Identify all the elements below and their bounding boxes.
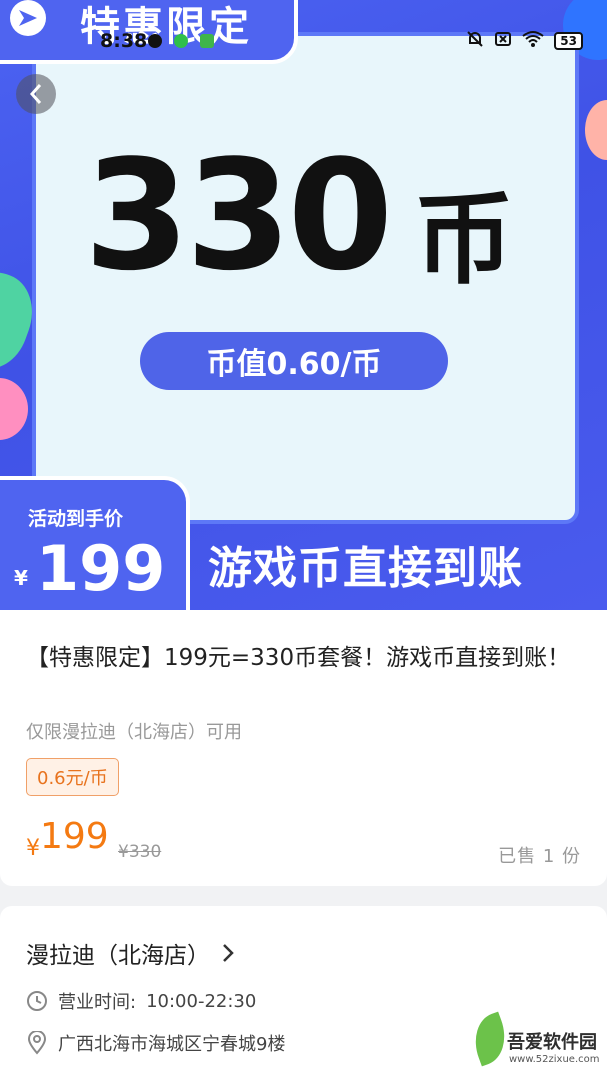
wechat-icon <box>174 34 188 48</box>
rate-badge: 0.6元/币 <box>26 758 119 796</box>
coin-value-pill: 币值0.60/币 <box>140 332 448 390</box>
price-tag: 活动到手价 ¥ 199 <box>0 476 190 610</box>
location-pin-icon <box>26 1031 48 1055</box>
promo-banner: 特惠限定 8:38 53 330 币 币值0.60/币 活动到手价 ¥ 199 … <box>0 0 607 610</box>
wifi-icon <box>522 30 544 52</box>
decoration-shape <box>0 378 28 440</box>
product-card: 【特惠限定】199元=330币套餐！游戏币直接到账！ 仅限漫拉迪（北海店）可用 … <box>0 610 607 886</box>
banner-slogan: 游戏币直接到账 <box>208 543 523 594</box>
product-title: 【特惠限定】199元=330币套餐！游戏币直接到账！ <box>26 645 571 671</box>
price-currency: ¥ <box>26 836 40 861</box>
sold-count: 已售 1 份 <box>498 846 581 867</box>
back-button[interactable] <box>16 74 56 114</box>
app-notification-icon <box>200 34 214 48</box>
clock-icon <box>26 990 48 1012</box>
address-text: 广西北海市海城区宁春城9楼 <box>58 1034 286 1055</box>
price-tag-value: 199 <box>36 532 166 605</box>
original-price: ¥330 <box>118 842 162 862</box>
availability-note: 仅限漫拉迪（北海店）可用 <box>26 722 242 743</box>
hours-value: 10:00-22:30 <box>146 990 257 1012</box>
hours-label: 营业时间: <box>58 992 137 1013</box>
current-price: 199 <box>40 816 109 857</box>
mute-icon <box>466 30 484 52</box>
watermark-logo: 吾爱软件园 www.52zixue.com <box>466 1006 600 1076</box>
play-arrow-icon <box>10 0 46 36</box>
watermark-url: www.52zixue.com <box>509 1054 600 1065</box>
chevron-left-icon <box>29 84 42 104</box>
battery-icon: 53 <box>554 32 583 50</box>
coin-unit: 币 <box>414 181 514 298</box>
watermark-text: 吾爱软件园 <box>507 1032 597 1053</box>
status-icons: 53 <box>466 30 583 52</box>
store-name-link[interactable]: 漫拉迪（北海店） <box>26 936 234 970</box>
chevron-right-icon <box>223 944 234 962</box>
price-tag-currency: ¥ <box>14 566 28 590</box>
coin-amount: 330 <box>84 127 393 304</box>
store-hours: 营业时间: 10:00-22:30 <box>26 988 256 1014</box>
price-tag-label: 活动到手价 <box>28 508 124 530</box>
store-name: 漫拉迪（北海店） <box>26 943 210 969</box>
decoration-shape <box>585 100 607 160</box>
notification-icon <box>148 34 162 48</box>
store-address[interactable]: 广西北海市海城区宁春城9楼 <box>26 1030 285 1056</box>
banner-tag: 特惠限定 <box>0 0 298 64</box>
status-time: 8:38 <box>100 30 148 52</box>
store-card[interactable]: 漫拉迪（北海店） 营业时间: 10:00-22:30 广西北海市海城区宁春城9楼… <box>0 906 607 1080</box>
sim-off-icon <box>494 30 512 52</box>
